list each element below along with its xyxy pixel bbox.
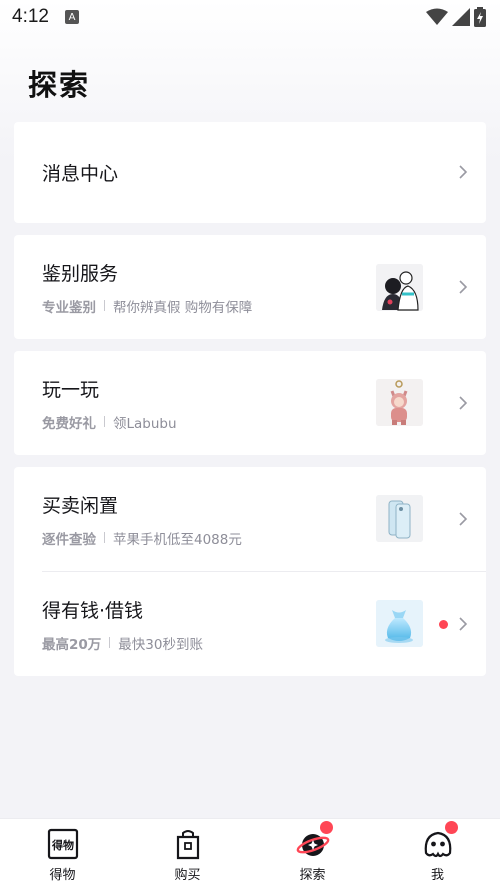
notification-dot (439, 620, 448, 629)
authentication-tag: 专业鉴别 (42, 299, 96, 316)
play-title: 玩一玩 (42, 378, 100, 401)
nav-label-explore: 探索 (299, 868, 326, 883)
svg-text:得物: 得物 (51, 838, 74, 852)
loan-title: 得有钱·借钱 (42, 599, 144, 622)
separator (109, 637, 111, 648)
chevron-right-icon (459, 280, 468, 294)
shopping-bag-icon (176, 830, 199, 860)
nav-label-buy: 购买 (174, 868, 201, 883)
nav-item-explore[interactable]: 探索 (250, 819, 375, 888)
nav-item-dewu[interactable]: 得物 得物 (0, 819, 125, 888)
money-bag-thumbnail (376, 600, 423, 647)
separator (104, 532, 105, 543)
authentication-title: 鉴别服务 (42, 262, 119, 285)
loan-desc: 最快30秒到账 (118, 636, 203, 653)
status-icons (426, 7, 486, 27)
second-hand-row[interactable]: 买卖闲置 逐件查验 苹果手机低至4088元 (14, 467, 486, 571)
iphone-thumbnail (376, 495, 423, 542)
play-card[interactable]: 玩一玩 免费好礼 领Labubu (14, 351, 486, 455)
chevron-right-icon (459, 165, 468, 179)
nav-label-dewu: 得物 (49, 868, 76, 883)
play-desc: 领Labubu (113, 415, 177, 432)
second-hand-title: 买卖闲置 (42, 494, 119, 517)
authentication-thumbnail (376, 264, 423, 311)
a-app-icon: A (64, 10, 79, 24)
wifi-icon (426, 8, 448, 25)
nav-label-me: 我 (430, 868, 444, 883)
second-hand-desc: 苹果手机低至4088元 (113, 531, 242, 548)
battery-icon (474, 7, 486, 27)
status-time: 4:12 (12, 6, 49, 27)
nav-badge-explore (320, 821, 333, 834)
play-tag: 免费好礼 (42, 415, 96, 432)
nav-item-buy[interactable]: 购买 (125, 819, 250, 888)
loan-tag: 最高20万 (42, 636, 102, 653)
authentication-desc: 帮你辨真假 购物有保障 (113, 299, 253, 316)
message-center-card[interactable]: 消息中心 (14, 122, 486, 223)
message-center-row[interactable]: 消息中心 (14, 122, 486, 223)
authentication-row[interactable]: 鉴别服务 专业鉴别 帮你辨真假 购物有保障 (14, 235, 486, 339)
loan-row[interactable]: 得有钱·借钱 最高20万 最快30秒到账 (14, 572, 486, 676)
bottom-navigation: 得物 得物 购买 探索 我 (0, 818, 500, 888)
chevron-right-icon (459, 396, 468, 410)
page-title: 探索 (28, 68, 91, 102)
signal-icon (452, 8, 470, 26)
play-row[interactable]: 玩一玩 免费好礼 领Labubu (14, 351, 486, 455)
nav-item-me[interactable]: 我 (375, 819, 500, 888)
message-center-title: 消息中心 (42, 163, 119, 185)
separator (104, 300, 105, 311)
dewu-logo-icon: 得物 (47, 828, 78, 860)
authentication-card[interactable]: 鉴别服务 专业鉴别 帮你辨真假 购物有保障 (14, 235, 486, 339)
separator (104, 416, 105, 427)
nav-badge-me (445, 821, 458, 834)
chevron-right-icon (459, 617, 468, 631)
labubu-toy-thumbnail (376, 379, 423, 426)
trade-loan-card: 买卖闲置 逐件查验 苹果手机低至4088元 得有钱·借钱 最高20万 最快30秒… (14, 467, 486, 676)
status-bar: 4:12 A (0, 0, 500, 34)
second-hand-tag: 逐件查验 (42, 531, 96, 548)
chevron-right-icon (459, 512, 468, 526)
